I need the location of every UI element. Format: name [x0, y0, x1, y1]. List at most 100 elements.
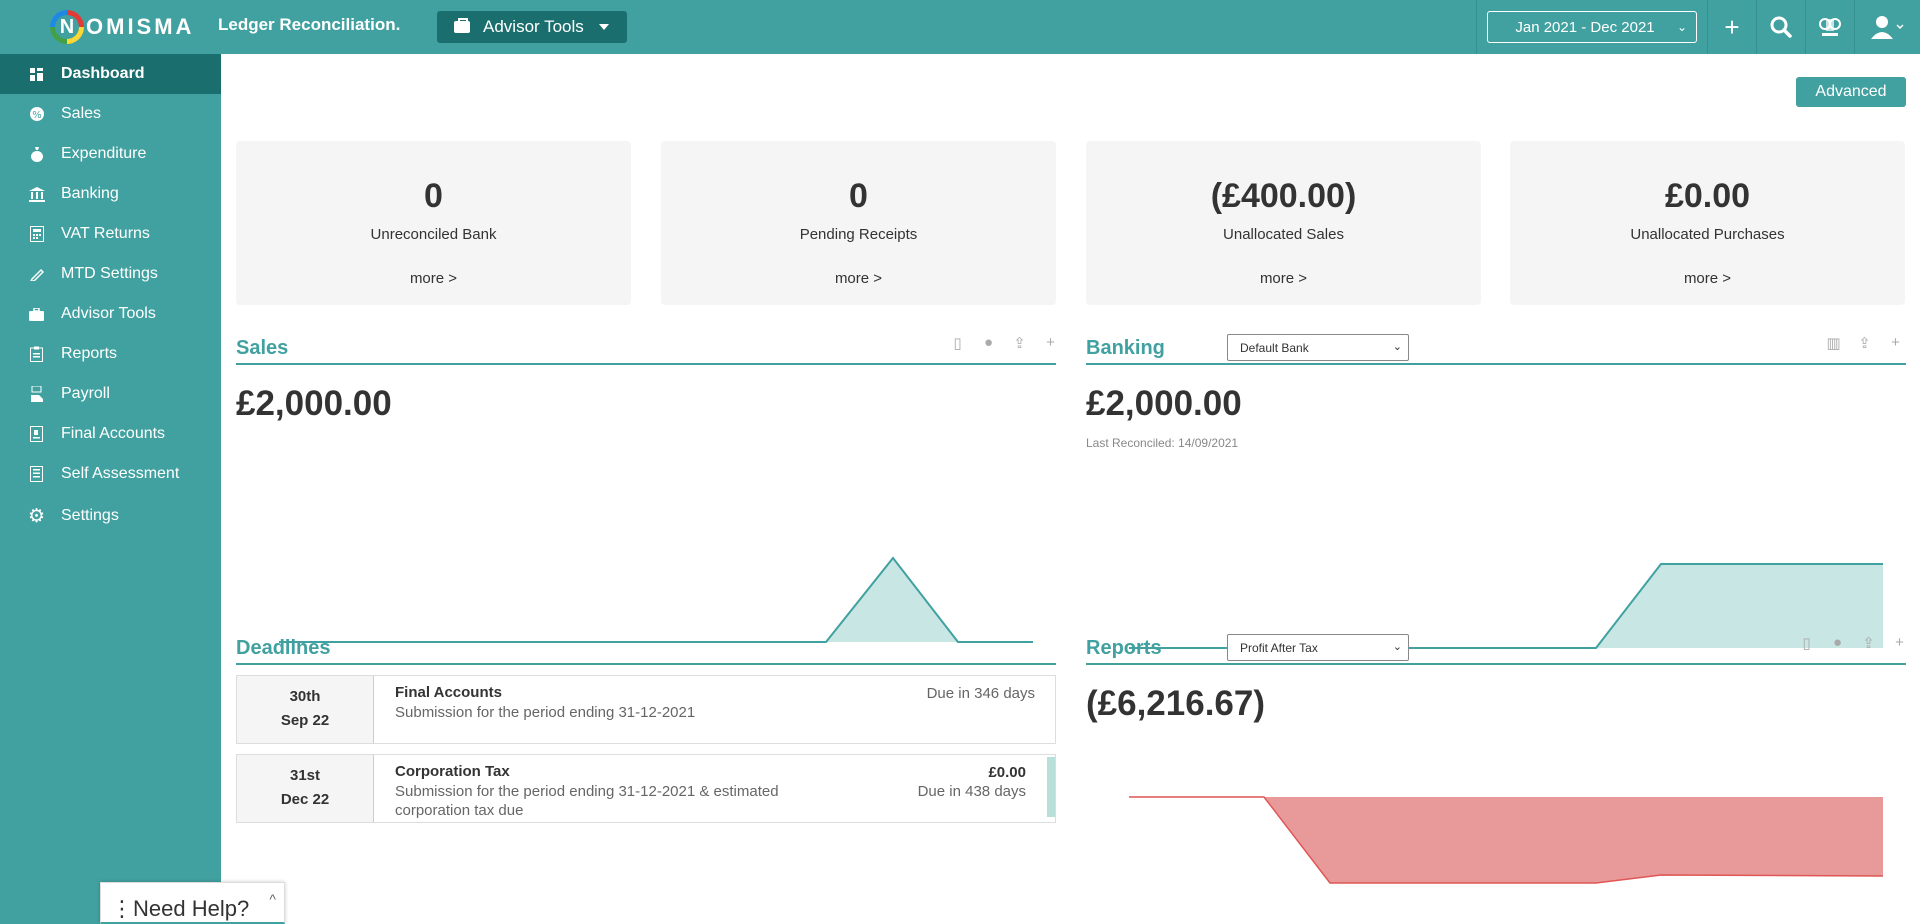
upload-icon[interactable]: ⇪ — [1011, 334, 1028, 352]
divider — [1476, 0, 1477, 54]
need-help-widget[interactable]: ⋮Need Help? ^ — [100, 882, 285, 924]
deadline-title: Corporation Tax — [395, 763, 510, 780]
user-menu[interactable] — [1860, 0, 1916, 54]
report-select-value: Profit After Tax — [1240, 640, 1318, 655]
deadline-due: Due in 438 days — [917, 783, 1026, 800]
sidebar-item-label: Self Assessment — [61, 465, 180, 482]
person-icon[interactable]: ● — [980, 334, 997, 352]
deadline-description: Submission for the period ending 31-12-2… — [395, 704, 696, 721]
sidebar-item-vat-returns[interactable]: VAT Returns — [0, 214, 221, 254]
bank-account-select[interactable]: Default Bank ⌄ — [1227, 334, 1409, 361]
receipt-icon[interactable]: ▯ — [949, 334, 966, 352]
main-content: Advanced 0 Unreconciled Bank more > 0 Pe… — [221, 54, 1920, 924]
stat-label: Unreconciled Bank — [370, 226, 497, 243]
sidebar-item-label: MTD Settings — [61, 265, 158, 282]
sidebar-item-banking[interactable]: Banking — [0, 174, 221, 214]
stat-card-pending-receipts[interactable]: 0 Pending Receipts more > — [661, 141, 1056, 305]
deadlines-section-title: Deadlines — [236, 637, 331, 659]
more-link[interactable]: more > — [1510, 270, 1905, 287]
hmrc-crest-icon[interactable] — [1806, 0, 1854, 54]
calculator-icon — [28, 226, 45, 242]
deadline-status: £0.00 Due in 438 days — [918, 763, 1026, 801]
more-link[interactable]: more > — [1086, 270, 1481, 287]
report-type-select[interactable]: Profit After Tax ⌄ — [1227, 634, 1409, 661]
stat-value: £0.00 — [1664, 177, 1751, 215]
stat-card-unallocated-purchases[interactable]: £0.00 Unallocated Purchases more > — [1510, 141, 1905, 305]
percent-icon: % — [28, 107, 45, 121]
sales-toolbar: ▯ ● ⇪ + — [949, 334, 1059, 352]
sidebar-item-settings[interactable]: ⚙ Settings — [0, 496, 221, 536]
sidebar-item-expenditure[interactable]: Expenditure — [0, 134, 221, 174]
top-bar: N OMISMA Ledger Reconciliation. Advisor … — [0, 0, 1920, 54]
bank-select-value: Default Bank — [1240, 340, 1309, 355]
add-icon[interactable]: + — [1891, 634, 1908, 652]
drag-handle-icon[interactable]: ⋮ — [111, 896, 133, 921]
sidebar-item-sales[interactable]: % Sales — [0, 94, 221, 134]
more-link[interactable]: more > — [236, 270, 631, 287]
add-icon[interactable]: + — [1887, 334, 1904, 352]
person-icon[interactable]: ● — [1829, 634, 1846, 652]
add-icon[interactable]: + — [1042, 334, 1059, 352]
sidebar-item-final-accounts[interactable]: Final Accounts — [0, 414, 221, 454]
advisor-tools-label: Advisor Tools — [483, 17, 584, 36]
sidebar-item-reports[interactable]: Reports — [0, 334, 221, 374]
nomisma-logo[interactable]: N OMISMA — [50, 10, 194, 44]
divider — [1854, 0, 1855, 54]
sidebar-item-label: Payroll — [61, 385, 110, 402]
sidebar-item-label: Expenditure — [61, 145, 147, 162]
deadline-month: Sep 22 — [280, 712, 330, 729]
briefcase-icon — [454, 18, 470, 33]
stat-card-unreconciled-bank[interactable]: 0 Unreconciled Bank more > — [236, 141, 631, 305]
app-title: Ledger Reconciliation. — [218, 15, 401, 34]
more-link[interactable]: more > — [661, 270, 1056, 287]
logo-ring-icon: N — [50, 10, 84, 44]
caret-down-icon — [599, 24, 609, 30]
sales-chart — [279, 556, 1033, 643]
upload-icon[interactable]: ⇪ — [1856, 334, 1873, 352]
deadline-row[interactable]: 31st Dec 22 Corporation Tax Submission f… — [236, 754, 1056, 823]
advisor-tools-dropdown[interactable]: Advisor Tools — [437, 11, 627, 43]
banking-section-title: Banking — [1086, 337, 1165, 359]
user-icon — [1871, 16, 1904, 39]
logo-letter: N — [55, 15, 79, 39]
stat-value: (£400.00) — [1210, 177, 1357, 215]
sidebar-item-label: Reports — [61, 345, 118, 362]
stat-card-unallocated-sales[interactable]: (£400.00) Unallocated Sales more > — [1086, 141, 1481, 305]
sidebar-item-label: Banking — [61, 185, 119, 202]
deadline-date: 30th Sep 22 — [237, 676, 374, 743]
deadline-date: 31st Dec 22 — [237, 755, 374, 822]
clipboard-icon — [28, 346, 45, 362]
sidebar-item-label: Settings — [61, 507, 119, 524]
banking-chart — [1129, 563, 1883, 649]
stat-label: Unallocated Sales — [1223, 226, 1344, 243]
date-range-value: Jan 2021 - Dec 2021 — [1515, 18, 1655, 36]
chevron-up-icon[interactable]: ^ — [269, 891, 276, 907]
stat-value: 0 — [849, 177, 868, 215]
deadline-row[interactable]: 30th Sep 22 Final Accounts Submission fo… — [236, 675, 1056, 744]
sidebar-item-self-assessment[interactable]: Self Assessment — [0, 454, 221, 494]
bank-icon[interactable]: ▥ — [1825, 334, 1842, 352]
bank-icon — [28, 186, 45, 202]
sidebar-item-dashboard[interactable]: Dashboard — [0, 54, 221, 94]
advanced-button[interactable]: Advanced — [1796, 77, 1906, 107]
add-icon[interactable]: + — [1708, 0, 1756, 54]
receipt-icon[interactable]: ▯ — [1798, 634, 1815, 652]
sidebar-item-label: Advisor Tools — [61, 305, 156, 322]
sales-total: £2,000.00 — [236, 384, 392, 423]
date-range-select[interactable]: Jan 2021 - Dec 2021 ⌄ — [1487, 11, 1697, 43]
need-help-label: Need Help? — [133, 896, 250, 921]
sidebar-item-advisor-tools[interactable]: Advisor Tools — [0, 294, 221, 334]
sidebar-item-payroll[interactable]: Payroll — [0, 374, 221, 414]
deadline-description: Submission for the period ending 31-12-2… — [395, 783, 779, 819]
sidebar-item-mtd-settings[interactable]: MTD Settings — [0, 254, 221, 294]
deadline-day: 30th — [289, 688, 321, 705]
svg-text:%: % — [32, 110, 42, 121]
deadline-status: Due in 346 days — [927, 684, 1035, 703]
form-icon — [28, 466, 45, 482]
search-icon[interactable] — [1757, 0, 1805, 54]
sidebar-item-label: Final Accounts — [61, 425, 166, 442]
deadline-title: Final Accounts — [395, 684, 502, 701]
stat-value: 0 — [424, 177, 443, 215]
sales-section-title: Sales — [236, 337, 289, 359]
upload-icon[interactable]: ⇪ — [1860, 634, 1877, 652]
